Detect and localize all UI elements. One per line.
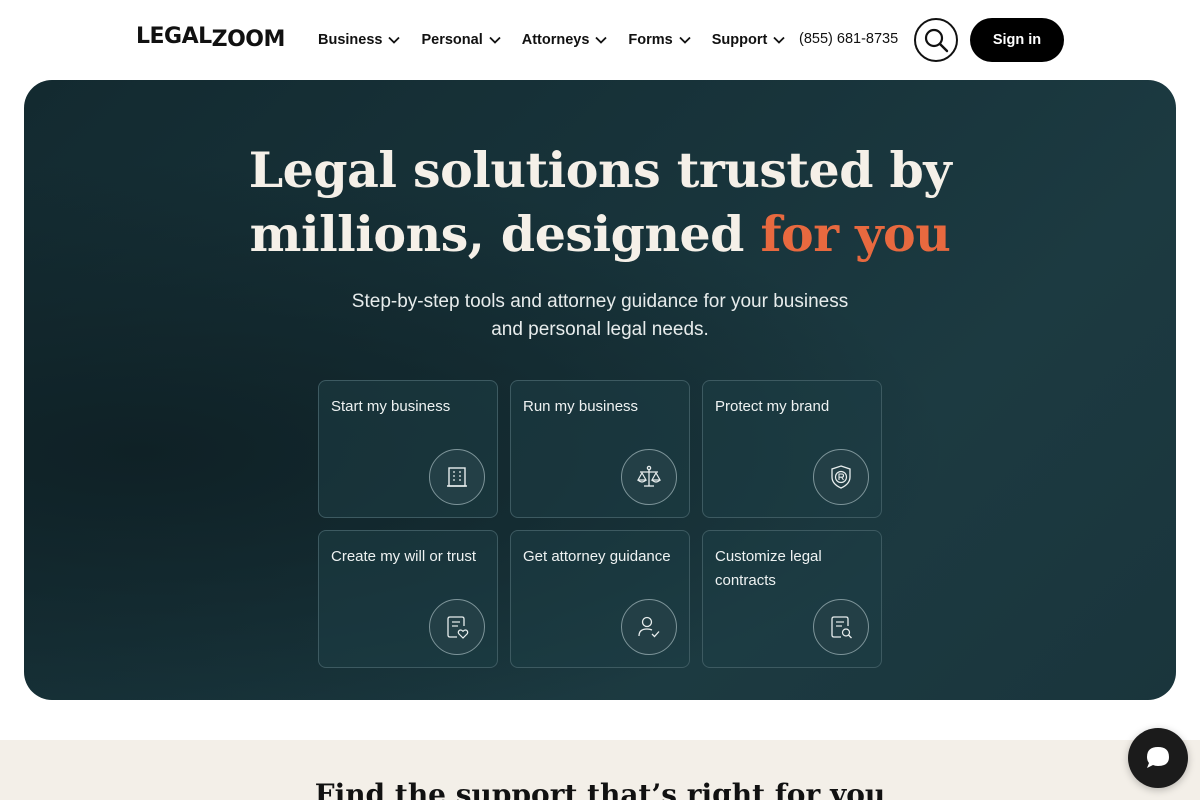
chevron-down-icon [773, 36, 785, 44]
chevron-down-icon [388, 36, 401, 44]
building-icon-svg [447, 467, 467, 487]
chat-button[interactable] [1128, 728, 1188, 788]
hero-title: Legal solutions trusted by millions, des… [24, 138, 1176, 266]
nav-business-label: Business [318, 32, 383, 48]
card-legal-contracts[interactable]: Customize legal contracts [702, 530, 882, 668]
nav-forms-label: Forms [628, 32, 673, 48]
logo-zoom-text: ZOOM [211, 27, 286, 52]
sign-in-button[interactable]: Sign in [970, 18, 1064, 62]
person-check-icon [621, 599, 677, 655]
site-header: LEGALZOOM Business Personal Attorneys Fo… [0, 0, 1200, 80]
document-search-icon [813, 599, 869, 655]
chevron-down-icon [489, 36, 501, 44]
nav-forms[interactable]: Forms [628, 28, 691, 52]
building-icon [429, 449, 485, 505]
logo-legal-text: LEGAL [136, 24, 212, 49]
support-section: Find the support that’s right for you [0, 740, 1200, 800]
hero-subtitle: Step-by-step tools and attorney guidance… [351, 291, 849, 340]
card-attorney-guidance[interactable]: Get attorney guidance [510, 530, 690, 668]
nav-support[interactable]: Support [712, 28, 787, 52]
card-will-trust[interactable]: Create my will or trust [318, 530, 498, 668]
card-label: Create my will or trust [331, 548, 477, 565]
card-protect-brand[interactable]: Protect my brand [702, 380, 882, 518]
nav-personal[interactable]: Personal [421, 28, 501, 52]
legalzoom-logo[interactable]: LEGALZOOM [136, 24, 285, 51]
chevron-down-icon [595, 36, 608, 44]
chevron-down-icon [679, 36, 691, 44]
nav-business[interactable]: Business [318, 28, 401, 52]
chat-bubble-icon [1147, 747, 1169, 768]
card-label: Protect my brand [715, 398, 830, 415]
document-search-icon-svg [831, 616, 852, 639]
scales-icon-svg [636, 465, 662, 487]
hero-title-accent: for you [760, 205, 951, 263]
hero-title-line2: millions, designed [249, 205, 761, 263]
search-button[interactable] [914, 18, 958, 62]
card-run-business[interactable]: Run my business [510, 380, 690, 518]
card-label: Get attorney guidance [523, 548, 671, 565]
search-icon [924, 28, 949, 53]
document-heart-icon-svg [447, 616, 469, 639]
hero-section: Legal solutions trusted by millions, des… [24, 80, 1176, 700]
card-start-business[interactable]: Start my business [318, 380, 498, 518]
person-check-icon-svg [638, 616, 660, 638]
document-heart-icon [429, 599, 485, 655]
support-section-title: Find the support that’s right for you [314, 778, 886, 800]
nav-attorneys-label: Attorneys [521, 32, 590, 48]
card-label: Run my business [523, 398, 639, 415]
nav-personal-label: Personal [421, 32, 483, 48]
hero-title-line1: Legal solutions trusted by [248, 141, 952, 199]
nav-attorneys[interactable]: Attorneys [522, 28, 609, 52]
phone-number-link[interactable]: (855) 681-8735 [799, 31, 898, 47]
main-nav: Business Personal Attorneys Forms Suppor… [318, 28, 806, 52]
card-label: Start my business [331, 398, 451, 415]
nav-support-label: Support [711, 32, 768, 48]
card-label: Customize legal contracts [715, 548, 822, 589]
scales-icon [621, 449, 677, 505]
registered-shield-icon [813, 449, 869, 505]
registered-shield-icon-svg [831, 465, 851, 489]
